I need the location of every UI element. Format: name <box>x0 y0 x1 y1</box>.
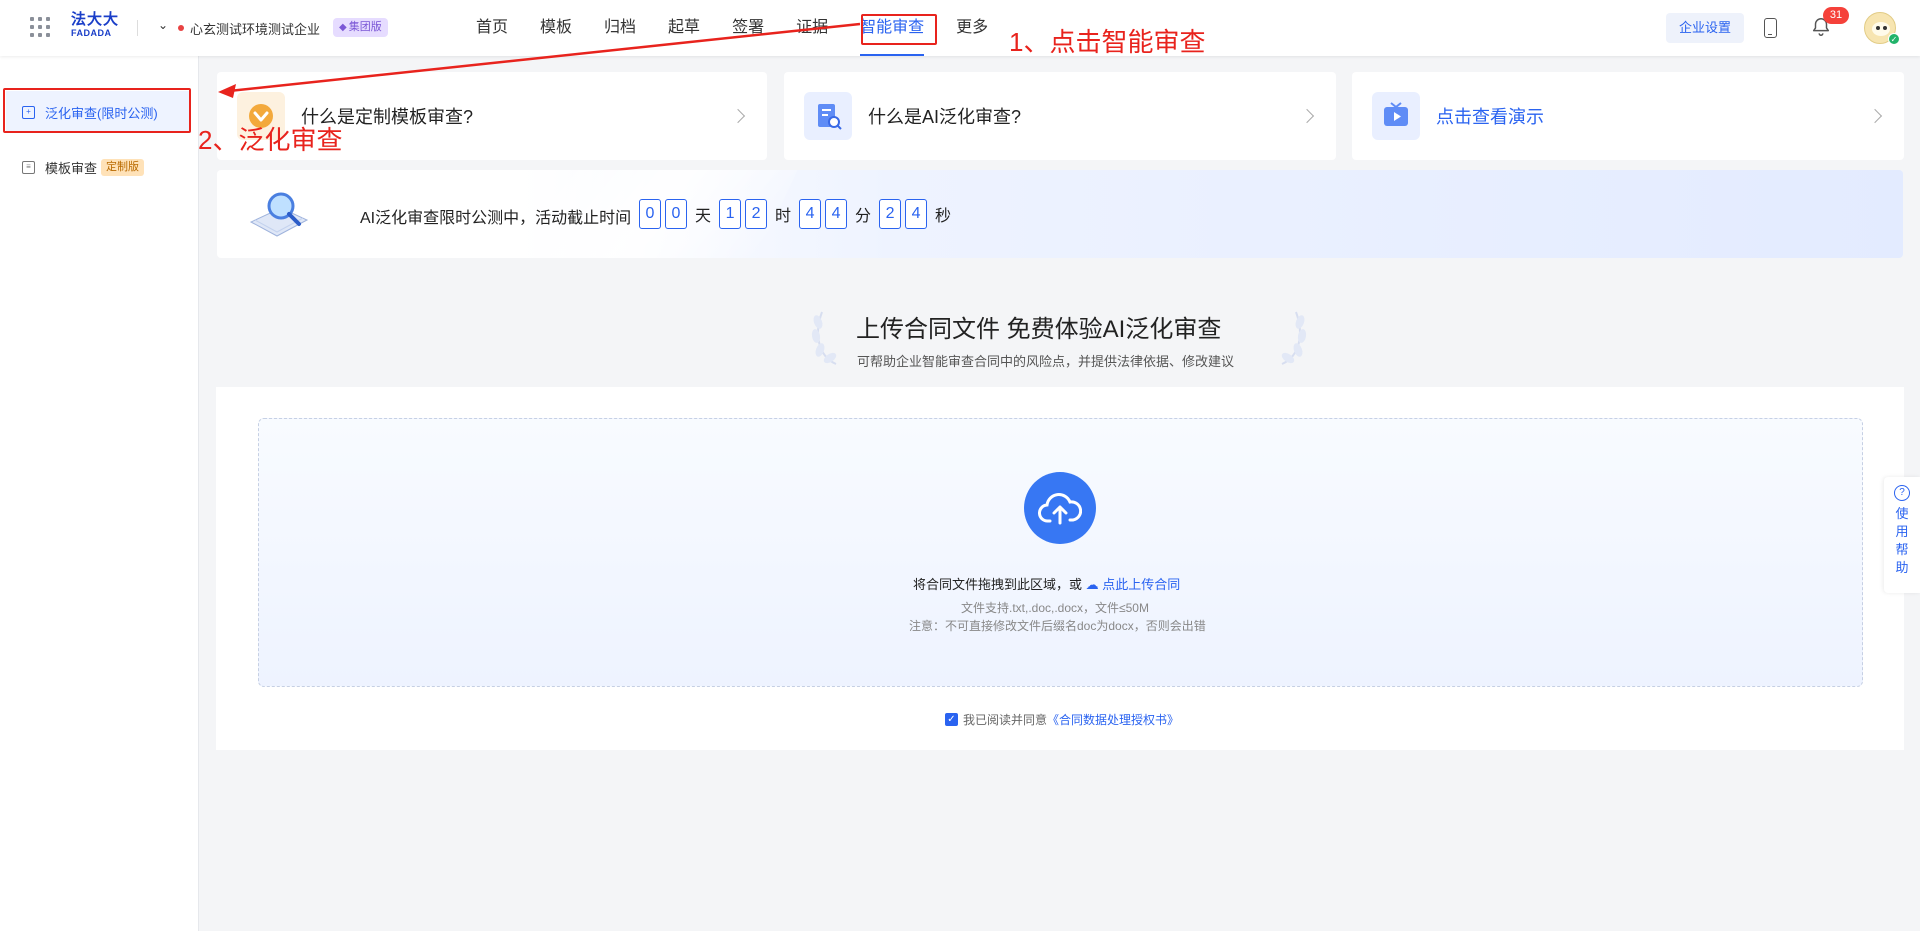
sidebar-item-general-review[interactable]: + 泛化审查(限时公测) <box>6 91 191 133</box>
sidebar: + 泛化审查(限时公测) ≡ 模板审查 定制版 <box>0 56 199 931</box>
question-icon: ? <box>1894 485 1910 501</box>
agreement-text: 我已阅读并同意 <box>963 713 1048 727</box>
upload-link-label: 点此上传合同 <box>1102 577 1181 592</box>
custom-edition-tag: 定制版 <box>101 158 145 176</box>
help-char: 用 <box>1895 524 1909 539</box>
mobile-icon[interactable] <box>1764 18 1777 38</box>
sidebar-item-label: 模板审查 <box>45 160 98 176</box>
help-char: 助 <box>1895 560 1909 575</box>
logo-text-en: FADADA <box>71 28 112 38</box>
card-ai-general-review[interactable]: 什么是AI泛化审查? <box>784 72 1336 160</box>
countdown-digit: 4 <box>799 199 822 229</box>
annotation-step2: 2、泛化审查 <box>198 125 343 155</box>
nav-item-home[interactable]: 首页 <box>476 0 508 56</box>
logo-text-cn: 法大大 <box>71 11 120 28</box>
diamond-icon: ◆ <box>339 22 347 33</box>
agreement-checkbox[interactable]: ✓ <box>945 713 958 726</box>
org-edition-badge: ◆ 集团版 <box>333 18 388 37</box>
chevron-down-icon[interactable]: ⌄ <box>158 18 168 32</box>
file-extension-warning: 注意：不可直接修改文件后缀名doc为docx，否则会出错 <box>909 619 1206 633</box>
card-view-demo[interactable]: 点击查看演示 <box>1352 72 1904 160</box>
countdown-digit: 1 <box>719 199 742 229</box>
upload-doc-icon: + <box>22 105 35 119</box>
upload-subtitle: 可帮助企业智能审查合同中的风险点，并提供法律依据、修改建议 <box>857 354 1235 369</box>
file-format-hint: 文件支持.txt,.doc,.docx，文件≤50M <box>961 601 1149 615</box>
countdown-unit: 分 <box>855 208 872 225</box>
promo-banner: AI泛化审查限时公测中，活动截止时间 0 0 天 1 2 时 4 4 分 2 4… <box>217 170 1903 258</box>
laurel-right-icon <box>1281 311 1307 365</box>
video-tv-icon <box>1372 92 1420 140</box>
magnifier-book-icon <box>249 192 309 237</box>
card-title: 什么是AI泛化审查? <box>868 107 1022 127</box>
enterprise-settings-button[interactable]: 企业设置 <box>1666 13 1744 43</box>
countdown-digit: 4 <box>905 199 928 229</box>
verified-check-icon: ✓ <box>1888 33 1900 45</box>
org-status-dot <box>178 25 184 31</box>
cloud-upload-icon[interactable] <box>1024 472 1096 544</box>
nav-item-sign[interactable]: 签署 <box>732 0 764 56</box>
file-dropzone[interactable] <box>258 418 1863 687</box>
fadada-logo[interactable]: 法大大 FADADA <box>71 12 121 42</box>
card-title: 点击查看演示 <box>1436 107 1544 127</box>
org-switcher[interactable]: 心玄测试环境测试企业 <box>190 19 320 38</box>
nav-item-smart-review[interactable]: 智能审查 <box>860 0 925 56</box>
document-icon: ≡ <box>22 160 35 174</box>
countdown-unit: 秒 <box>935 208 952 225</box>
chevron-right-icon <box>1299 108 1315 124</box>
nav-item-templates[interactable]: 模板 <box>540 0 572 56</box>
help-char: 帮 <box>1895 542 1909 557</box>
ai-review-doc-icon <box>804 92 852 140</box>
card-title: 什么是定制模板审查? <box>301 107 474 127</box>
org-edition-label: 集团版 <box>348 21 382 33</box>
chevron-right-icon <box>1867 108 1883 124</box>
upload-contract-link[interactable]: ☁ 点此上传合同 <box>1086 577 1181 592</box>
nav-item-more[interactable]: 更多 <box>956 0 988 56</box>
countdown-unit: 天 <box>695 208 712 225</box>
countdown-timer: 0 0 天 1 2 时 4 4 分 2 4 秒 <box>639 199 959 229</box>
annotation-step1: 1、点击智能审查 <box>1009 27 1206 57</box>
main-nav: 首页 模板 归档 起草 签署 证据 智能审查 更多 <box>476 0 1020 56</box>
drop-instruction: 将合同文件拖拽到此区域，或 ☁ 点此上传合同 <box>913 574 1180 593</box>
countdown-digit: 2 <box>879 199 902 229</box>
app-grid-icon[interactable] <box>30 17 50 37</box>
nav-item-draft[interactable]: 起草 <box>668 0 700 56</box>
countdown-digit: 2 <box>745 199 768 229</box>
agreement-row: ✓ 我已阅读并同意 《合同数据处理授权书》 <box>945 711 1179 728</box>
nav-item-archive[interactable]: 归档 <box>604 0 636 56</box>
countdown-digit: 4 <box>825 199 848 229</box>
sidebar-item-label: 泛化审查(限时公测) <box>45 105 158 121</box>
upload-title: 上传合同文件 免费体验AI泛化审查 <box>856 316 1222 343</box>
laurel-left-icon <box>811 311 837 365</box>
notification-count-badge: 31 <box>1823 7 1849 24</box>
countdown-unit: 时 <box>775 208 792 225</box>
nav-item-evidence[interactable]: 证据 <box>796 0 828 56</box>
countdown-digit: 0 <box>639 199 661 229</box>
drop-text: 将合同文件拖拽到此区域，或 <box>913 577 1083 592</box>
sidebar-item-template-review[interactable]: ≡ 模板审查 定制版 <box>6 146 191 188</box>
promo-text: AI泛化审查限时公测中，活动截止时间 <box>360 210 632 227</box>
countdown-digit: 0 <box>665 199 687 229</box>
chevron-right-icon <box>730 108 746 124</box>
header-divider <box>137 20 138 36</box>
top-bar: 法大大 FADADA ⌄ 心玄测试环境测试企业 ◆ 集团版 首页 模板 归档 起草… <box>0 0 1920 56</box>
help-char: 使 <box>1895 506 1909 521</box>
data-authorization-link[interactable]: 《合同数据处理授权书》 <box>1047 711 1179 728</box>
help-tab[interactable]: ? 使 用 帮 助 <box>1884 477 1920 593</box>
